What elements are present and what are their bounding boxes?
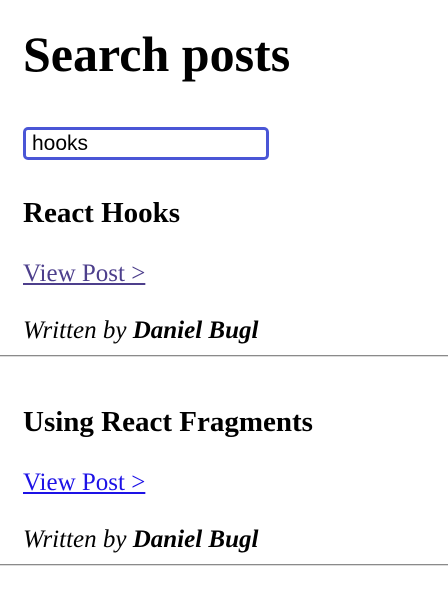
search-input[interactable] [23, 127, 269, 160]
view-post-link[interactable]: View Post > [23, 260, 145, 288]
post-author: Daniel Bugl [132, 526, 259, 554]
post-item: Using React Fragments View Post > Writte… [0, 406, 448, 566]
post-byline: Written by Daniel Bugl [23, 526, 448, 554]
post-title: React Hooks [23, 197, 181, 229]
byline-prefix: Written by [23, 317, 127, 345]
view-post-link[interactable]: View Post > [23, 469, 145, 497]
post-divider [0, 354, 448, 357]
byline-prefix: Written by [23, 526, 127, 554]
post-divider [0, 563, 448, 566]
post-byline: Written by Daniel Bugl [23, 317, 448, 345]
page-title: Search posts [23, 26, 291, 82]
post-title: Using React Fragments [23, 406, 313, 438]
post-author: Daniel Bugl [132, 317, 259, 345]
post-item: React Hooks View Post > Written by Danie… [0, 197, 448, 357]
